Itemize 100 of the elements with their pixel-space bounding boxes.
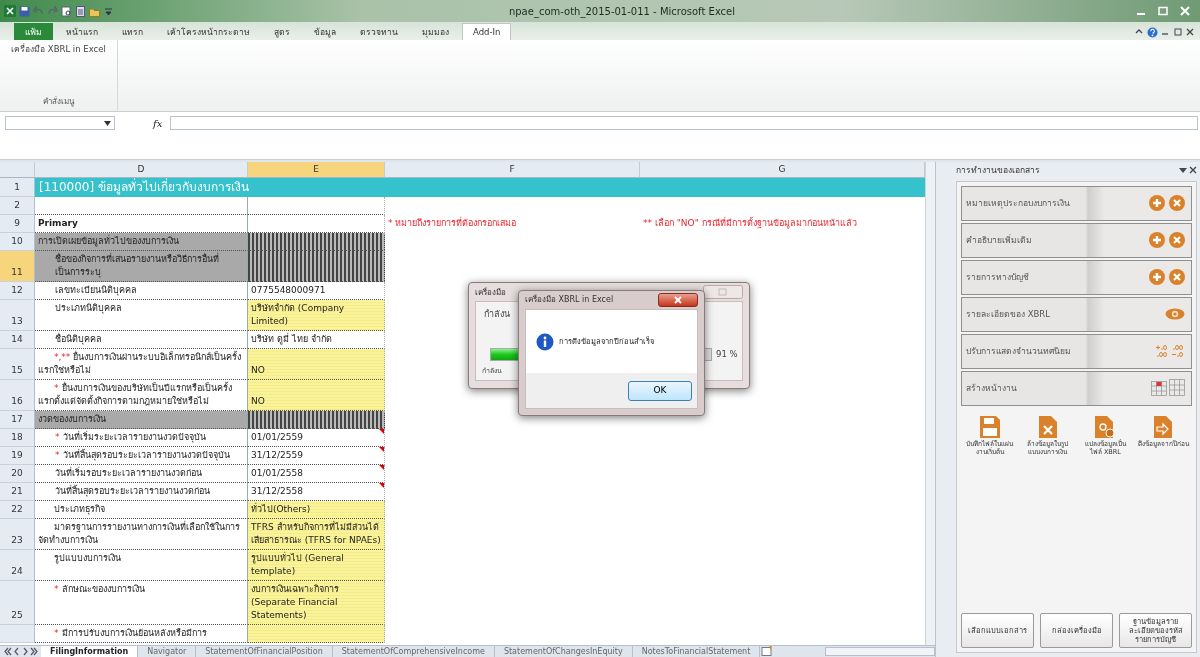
ribbon-tab[interactable]: เค้าโครงหน้ากระดาษ xyxy=(156,23,261,40)
folder-icon[interactable] xyxy=(89,5,100,17)
row-header[interactable]: 23 xyxy=(0,519,35,550)
excel-logo-icon xyxy=(4,5,16,17)
eye-icon[interactable] xyxy=(1165,308,1185,321)
dropdown-icon[interactable] xyxy=(1178,166,1187,175)
row-header[interactable]: 25 xyxy=(0,581,35,625)
file-tab[interactable]: แฟ้ม xyxy=(14,23,53,40)
window-restore-icon[interactable] xyxy=(1172,27,1183,37)
document-x-icon xyxy=(1038,415,1057,438)
field-label: วันที่เริ่มรอบระยะเวลารายงานงวดก่อน xyxy=(35,465,248,483)
menu-dropdown[interactable]: เครื่องมือ XBRL in Excel xyxy=(9,43,108,56)
row-header[interactable]: 20 xyxy=(0,465,35,483)
field-label: เลขทะเบียนนิติบุคคล xyxy=(35,282,248,300)
save-icon[interactable] xyxy=(19,5,30,17)
sheet-tab[interactable]: NotesToFinancialStatement xyxy=(632,646,761,657)
pane-title: การทำงานของเอกสาร xyxy=(956,164,1040,177)
row-header[interactable]: 10 xyxy=(0,233,35,251)
insert-function-button[interactable]: fx xyxy=(147,116,169,131)
ok-button[interactable]: OK xyxy=(628,380,692,401)
value-cell: 01/01/2559 xyxy=(248,429,385,447)
ribbon-tab[interactable]: ข้อมูล xyxy=(303,23,347,40)
field-label: วันที่สิ้นสุดรอบระยะเวลารายงานงวดก่อน xyxy=(35,483,248,501)
sheet-tab[interactable]: StatementOfFinancialPosition xyxy=(196,646,333,657)
row-header[interactable]: 16 xyxy=(0,380,35,411)
sheet-tab[interactable]: StatementOfChangesInEquity xyxy=(494,646,633,657)
remove-icon[interactable] xyxy=(1169,269,1185,286)
first-sheet-icon[interactable] xyxy=(2,646,12,657)
row-header[interactable]: 22 xyxy=(0,501,35,519)
sheet-tab[interactable]: Navigator xyxy=(138,646,197,657)
decimal-places-icon[interactable] xyxy=(1155,344,1185,359)
document-gear-icon xyxy=(1095,415,1116,438)
close-icon[interactable] xyxy=(1189,166,1197,175)
value-cell: 31/12/2559 xyxy=(248,447,385,465)
horizontal-scrollbar[interactable] xyxy=(825,647,935,656)
name-box[interactable] xyxy=(5,116,115,130)
note-text: * หมายถึงรายการที่ต้องกรอกเสมอ xyxy=(387,216,518,230)
input-cell[interactable]: บริษัทจำกัด (Company Limited) xyxy=(248,300,385,331)
document-arrow-icon xyxy=(1154,415,1173,438)
row-header[interactable]: 18 xyxy=(0,429,35,447)
ribbon-tab[interactable]: หน้าแรก xyxy=(55,23,109,40)
sheet-tab[interactable]: StatementOfComprehensiveIncome xyxy=(332,646,495,657)
formula-field[interactable] xyxy=(170,116,1198,130)
row-header[interactable]: 24 xyxy=(0,550,35,581)
last-sheet-icon[interactable] xyxy=(29,646,39,657)
input-cell[interactable] xyxy=(248,625,385,643)
input-cell[interactable]: ทั่วไป(Others) xyxy=(248,501,385,519)
close-icon xyxy=(674,296,682,304)
row-header[interactable]: 19 xyxy=(0,447,35,465)
close-button[interactable] xyxy=(658,293,698,307)
row-header[interactable]: 12 xyxy=(0,282,35,300)
row-header[interactable]: 15 xyxy=(0,349,35,380)
caret-icon xyxy=(104,120,111,126)
add-icon[interactable] xyxy=(1149,269,1165,286)
row-header[interactable]: 21 xyxy=(0,483,35,501)
row-header[interactable]: 1 xyxy=(0,178,35,197)
column-header[interactable]: F xyxy=(385,162,640,178)
input-cell[interactable]: งบการเงินเฉพาะกิจการ (Separate Financial Statements) xyxy=(248,581,385,625)
section-label: ชื่อของกิจการที่เสนอรายงานหรือวิธีการอื่นที่เป็นการระบุ xyxy=(35,251,248,282)
print-preview-icon[interactable] xyxy=(61,5,72,17)
customize-toolbar-icon[interactable] xyxy=(103,5,114,17)
row-header[interactable]: 14 xyxy=(0,331,35,349)
column-header[interactable]: E xyxy=(248,162,385,178)
sheet-tab[interactable]: FilingInformation xyxy=(41,646,139,657)
input-cell[interactable]: NO xyxy=(248,349,385,380)
row-header[interactable]: 13 xyxy=(0,300,35,331)
ribbon-tab[interactable]: สูตร xyxy=(263,23,301,40)
note-text: ** เลือก "NO" กรณีที่มีการตั้งฐานข้อมูลมาก่อนหน้าแล้ว xyxy=(642,216,858,231)
ribbon-tab[interactable]: แทรก xyxy=(111,23,154,40)
remove-icon[interactable] xyxy=(1169,195,1185,212)
group-label: คำสั่งเมนู xyxy=(43,96,74,108)
add-icon[interactable] xyxy=(1149,232,1165,249)
section-label: การเปิดเผยข้อมูลทั่วไปของงบการเงิน xyxy=(35,233,248,251)
progress-status: กำลังน xyxy=(484,308,510,321)
input-cell[interactable]: TFRS สำหรับกิจการที่ไม่มีส่วนได้เสียสาธารณะ (TFRS for NPAEs) xyxy=(248,519,385,550)
sheet-title: [110000] ข้อมูลทั่วไปเกี่ยวกับงบการเงิน xyxy=(35,178,925,197)
vertical-scrollbar[interactable] xyxy=(925,162,935,645)
input-cell[interactable]: รูปแบบทั่วไป (General template) xyxy=(248,550,385,581)
window-close-icon[interactable] xyxy=(1185,27,1195,37)
remove-icon[interactable] xyxy=(1169,232,1185,249)
info-icon xyxy=(536,332,554,351)
select-all-corner[interactable] xyxy=(0,162,35,178)
ribbon-tab[interactable]: ตรวจทาน xyxy=(349,23,409,40)
row-header[interactable]: 17 xyxy=(0,411,35,429)
row-header[interactable]: 9 xyxy=(0,215,35,233)
input-cell[interactable]: NO xyxy=(248,380,385,411)
row-header[interactable]: 2 xyxy=(0,197,35,215)
help-icon[interactable] xyxy=(1146,26,1158,38)
ribbon-tab[interactable]: Add-In xyxy=(462,23,512,40)
previous-sheet-icon[interactable] xyxy=(11,646,21,657)
column-header[interactable]: D xyxy=(35,162,248,178)
insert-sheet-icon[interactable] xyxy=(760,646,775,657)
column-header[interactable]: G xyxy=(640,162,925,178)
field-label: * วันที่สิ้นสุดรอบระยะเวลารายงานงวดปัจจุบัน xyxy=(35,447,248,465)
document-icon[interactable] xyxy=(75,5,86,17)
ribbon-tab[interactable]: มุมมอง xyxy=(411,23,460,40)
add-icon[interactable] xyxy=(1149,195,1165,212)
empty-cell[interactable] xyxy=(248,197,385,215)
table-icon[interactable] xyxy=(1151,379,1185,398)
row-header[interactable]: 11 xyxy=(0,251,35,282)
